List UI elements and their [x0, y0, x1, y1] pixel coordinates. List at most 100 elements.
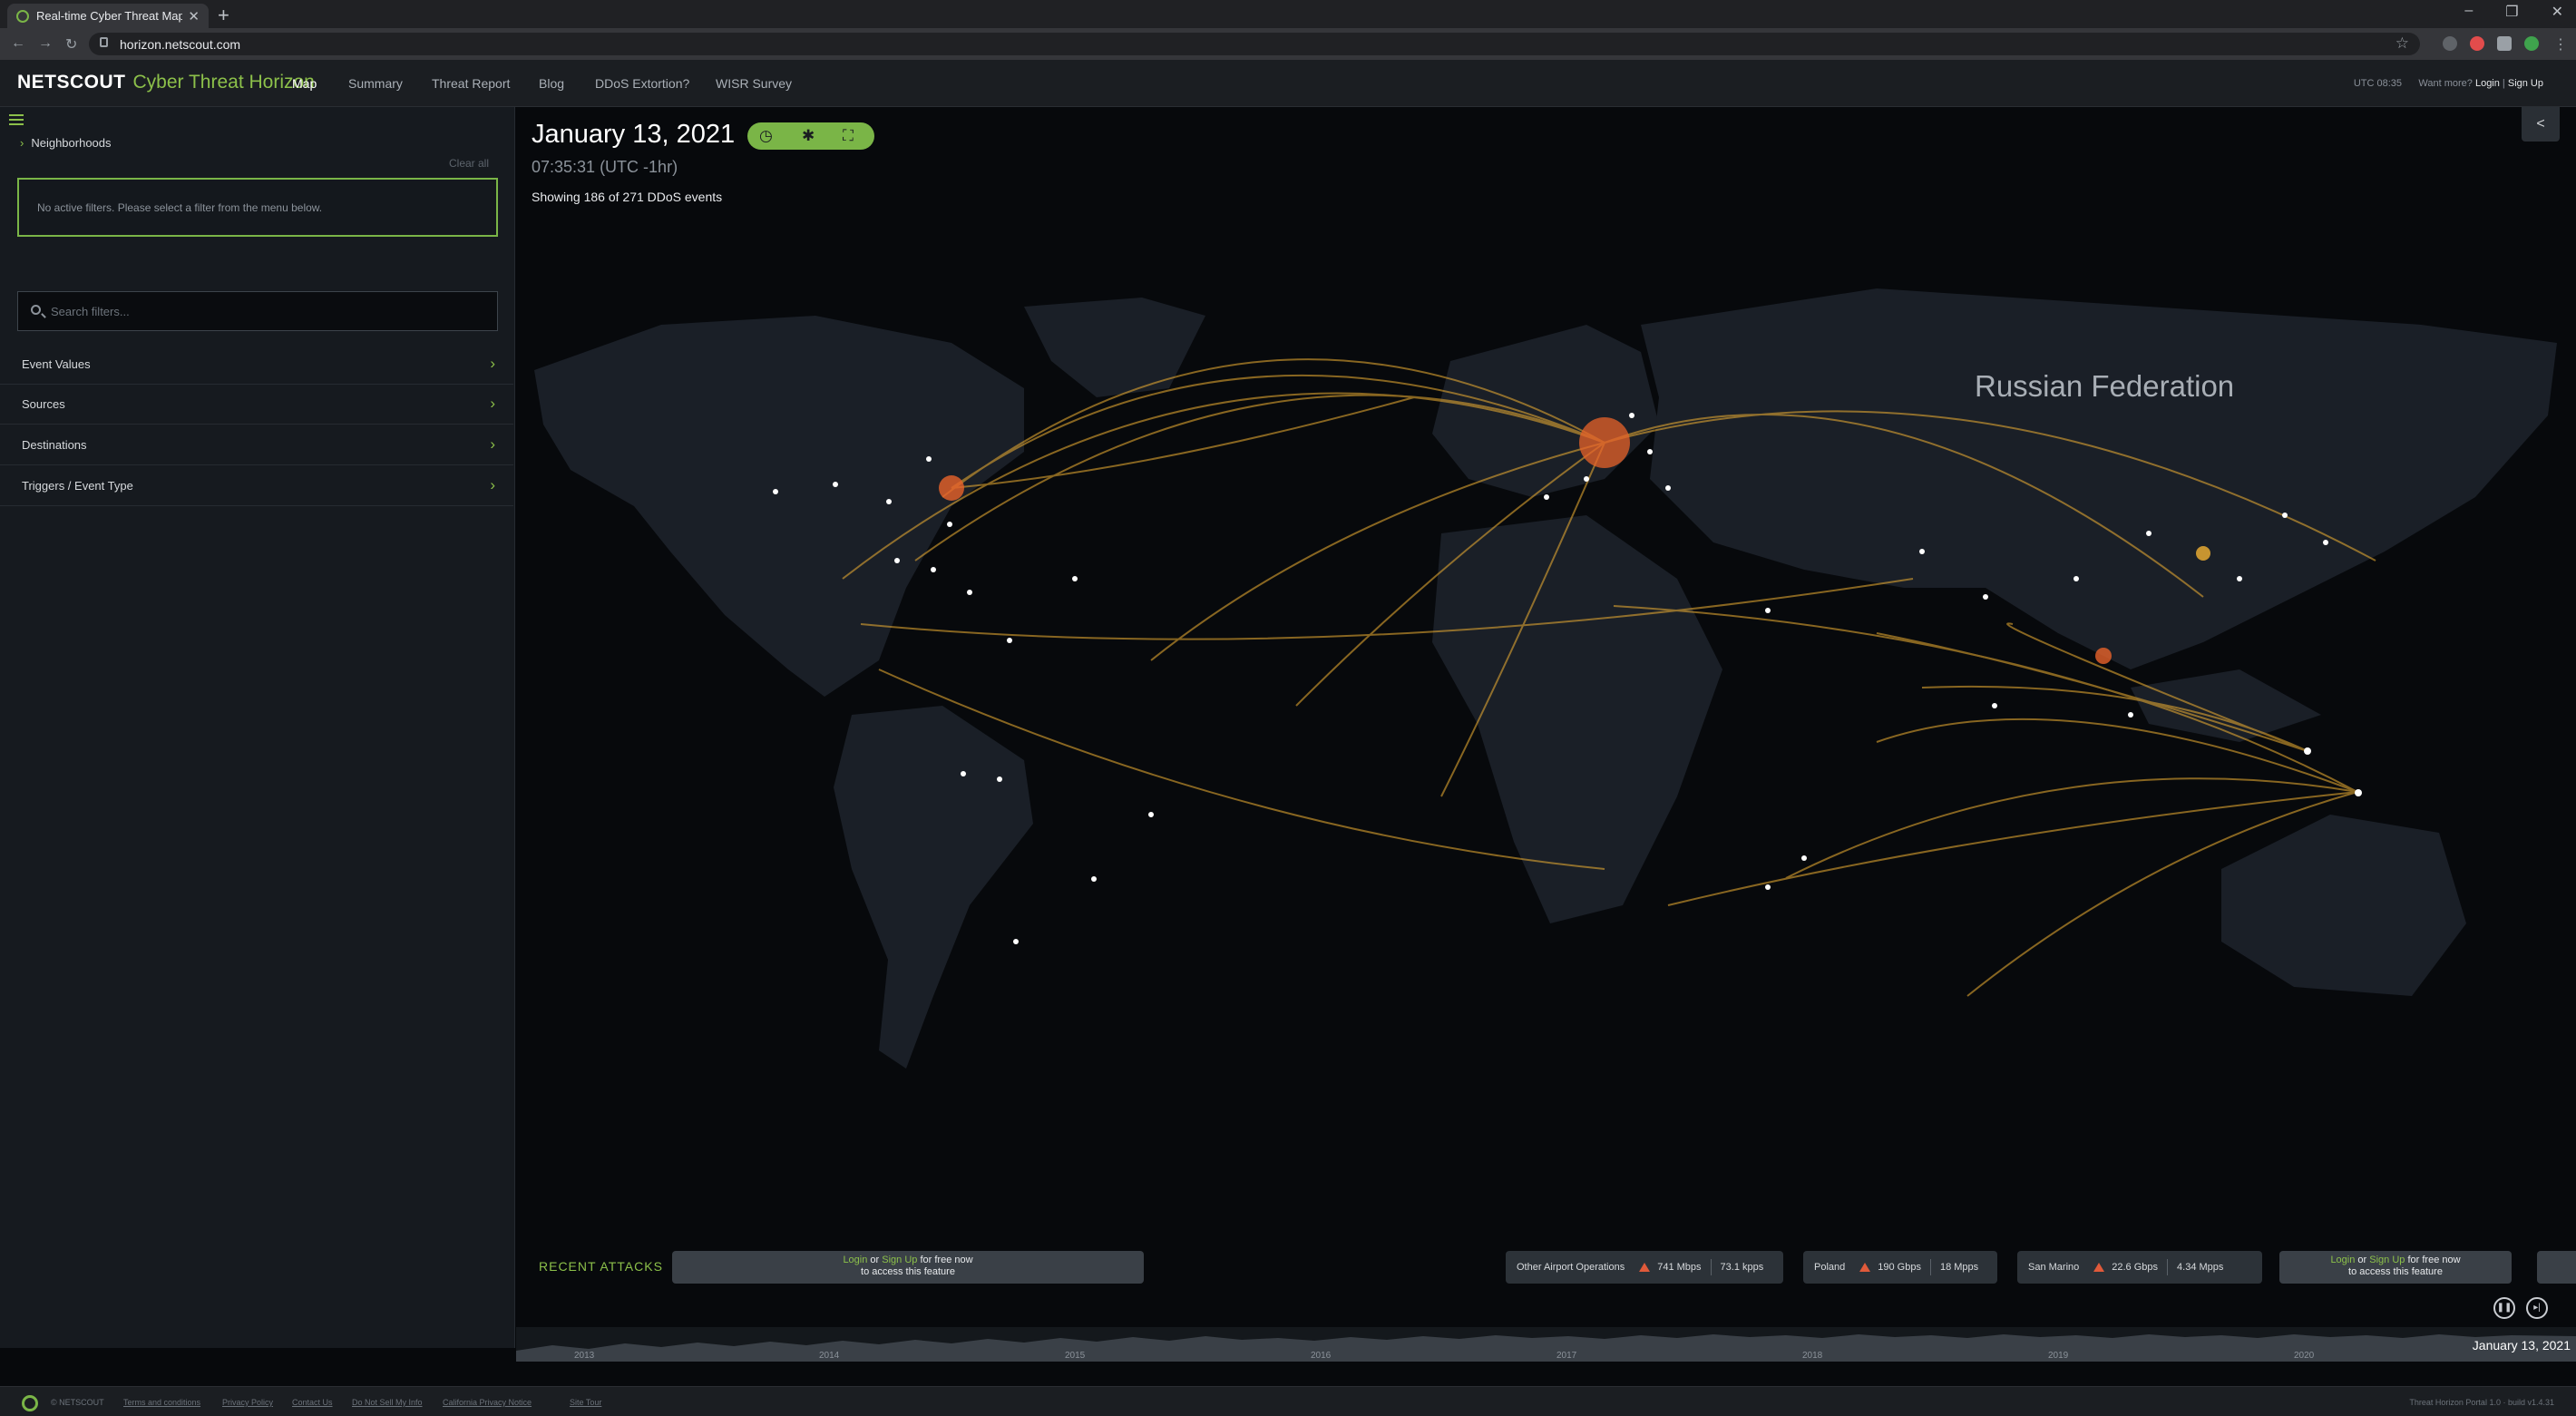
event-dot[interactable] [833, 482, 838, 487]
event-dot[interactable] [1665, 485, 1671, 491]
event-dot[interactable] [1007, 638, 1012, 643]
event-dot[interactable] [773, 489, 778, 494]
hotspot-europe[interactable] [1579, 417, 1630, 468]
event-dot[interactable] [961, 771, 966, 776]
share-button[interactable]: < [2522, 107, 2560, 142]
forward-icon[interactable]: → [38, 35, 53, 52]
locked-login-link[interactable]: Login [2330, 1255, 2355, 1265]
facet-event-values[interactable]: Event Values › [0, 345, 513, 385]
login-link[interactable]: Login [2475, 78, 2500, 89]
event-dot[interactable] [1091, 876, 1097, 882]
close-window-icon[interactable]: ✕ [2552, 3, 2563, 21]
attack-card-airport[interactable]: Other Airport Operations 741 Mbps 73.1 k… [1506, 1251, 1783, 1284]
close-tab-icon[interactable]: ✕ [188, 8, 200, 24]
event-dot[interactable] [2146, 531, 2152, 536]
timeline-year[interactable]: 2016 [1311, 1351, 1331, 1361]
hotspot-east-asia[interactable] [2196, 546, 2210, 561]
locked-attack-card[interactable]: Login or Sign Up for free now to access … [672, 1251, 1144, 1284]
event-dot[interactable] [967, 590, 972, 595]
locked-login-link[interactable]: Login [843, 1255, 867, 1265]
profile-avatar[interactable] [2524, 36, 2539, 51]
back-icon[interactable]: ← [11, 35, 25, 52]
timeline-year[interactable]: 2014 [819, 1351, 839, 1361]
brand-logo[interactable]: NETSCOUT Cyber Threat Horizon [17, 72, 315, 93]
facet-triggers[interactable]: Triggers / Event Type › [0, 466, 513, 506]
event-dot[interactable] [886, 499, 892, 504]
locked-attack-card[interactable]: Login or Sign Up for free now to access … [2279, 1251, 2512, 1284]
locked-signup-link[interactable]: Sign Up [2369, 1255, 2405, 1265]
fullscreen-icon[interactable]: ⛶ [843, 127, 854, 145]
event-dot[interactable] [2128, 712, 2133, 718]
menu-icon[interactable] [9, 114, 24, 125]
event-dot[interactable] [1629, 413, 1634, 418]
nav-map[interactable]: Map [292, 76, 317, 91]
event-dot[interactable] [2355, 789, 2362, 796]
extension-icon[interactable] [2443, 36, 2457, 51]
nav-blog[interactable]: Blog [539, 76, 564, 91]
lightbulb-icon[interactable]: ✱ [802, 127, 815, 145]
filter-search-input[interactable]: Search filters... [17, 291, 498, 331]
event-dot[interactable] [1983, 594, 1988, 600]
site-tour-link[interactable]: Site Tour [570, 1398, 601, 1407]
event-dot[interactable] [1013, 939, 1019, 944]
timeline-year[interactable]: 2015 [1065, 1351, 1085, 1361]
nav-ddos-extortion[interactable]: DDoS Extortion? [595, 76, 689, 91]
facet-sources[interactable]: Sources › [0, 385, 513, 425]
event-dot[interactable] [2323, 540, 2328, 545]
browser-tab[interactable]: Real-time Cyber Threat Map | Ne ✕ [7, 4, 209, 28]
timeline-year[interactable]: 2019 [2048, 1351, 2068, 1361]
nav-threat-report[interactable]: Threat Report [432, 76, 510, 91]
event-dot[interactable] [1765, 884, 1771, 890]
event-dot[interactable] [1801, 855, 1807, 861]
restore-icon[interactable]: ❐ [2505, 3, 2518, 21]
timeline-year[interactable]: 2020 [2294, 1351, 2314, 1361]
event-dot[interactable] [2073, 576, 2079, 581]
timeline-year[interactable]: 2017 [1556, 1351, 1576, 1361]
puzzle-extensions-icon[interactable] [2497, 36, 2512, 51]
reload-icon[interactable]: ↻ [65, 35, 77, 54]
privacy-policy-link[interactable]: Privacy Policy [222, 1398, 273, 1407]
clear-all-link[interactable]: Clear all [449, 157, 489, 170]
locked-signup-link[interactable]: Sign Up [882, 1255, 917, 1265]
pause-icon[interactable]: ❚❚ [2493, 1297, 2515, 1319]
event-dot[interactable] [2304, 747, 2311, 755]
event-dot[interactable] [1544, 494, 1549, 500]
attack-card-poland[interactable]: Poland 190 Gbps 18 Mpps [1803, 1251, 1997, 1284]
event-dot[interactable] [997, 776, 1002, 782]
timeline-year[interactable]: 2013 [574, 1351, 594, 1361]
hotspot-us-west[interactable] [939, 475, 964, 501]
event-dot[interactable] [1992, 703, 1997, 708]
skip-forward-icon[interactable]: ▸| [2526, 1297, 2548, 1319]
address-bar[interactable]: horizon.netscout.com ☆ [89, 33, 2420, 55]
event-dot[interactable] [894, 558, 900, 563]
nav-wisr-survey[interactable]: WISR Survey [716, 76, 792, 91]
event-dot[interactable] [1148, 812, 1154, 817]
neighborhoods-toggle[interactable]: › Neighborhoods [20, 136, 112, 150]
timeline-scrubber[interactable]: 2013 2014 2015 2016 2017 2018 2019 2020 … [516, 1327, 2576, 1362]
california-privacy-link[interactable]: California Privacy Notice [443, 1398, 532, 1407]
event-dot[interactable] [2237, 576, 2242, 581]
contact-us-link[interactable]: Contact Us [292, 1398, 333, 1407]
event-dot[interactable] [931, 567, 936, 572]
event-dot[interactable] [926, 456, 932, 462]
nav-summary[interactable]: Summary [348, 76, 403, 91]
attack-card-san-marino[interactable]: San Marino 22.6 Gbps 4.34 Mpps [2017, 1251, 2262, 1284]
event-dot[interactable] [2282, 513, 2288, 518]
new-tab-icon[interactable]: + [218, 4, 229, 27]
event-dot[interactable] [1765, 608, 1771, 613]
browser-menu-icon[interactable]: ⋮ [2553, 35, 2568, 54]
event-dot[interactable] [1584, 476, 1589, 482]
world-threat-map[interactable] [516, 288, 2576, 1196]
event-dot[interactable] [1919, 549, 1925, 554]
pinterest-extension-icon[interactable] [2470, 36, 2484, 51]
terms-link[interactable]: Terms and conditions [123, 1398, 200, 1407]
minimize-icon[interactable]: – [2464, 3, 2473, 21]
partial-attack-card[interactable] [2537, 1251, 2576, 1284]
signup-link[interactable]: Sign Up [2508, 78, 2543, 89]
do-not-sell-link[interactable]: Do Not Sell My Info [352, 1398, 423, 1407]
history-clock-icon[interactable]: ◷ [759, 127, 773, 145]
bookmark-star-icon[interactable]: ☆ [2395, 34, 2409, 53]
event-dot[interactable] [1647, 449, 1653, 454]
hotspot-south-china[interactable] [2095, 648, 2112, 664]
event-dot[interactable] [947, 522, 952, 527]
